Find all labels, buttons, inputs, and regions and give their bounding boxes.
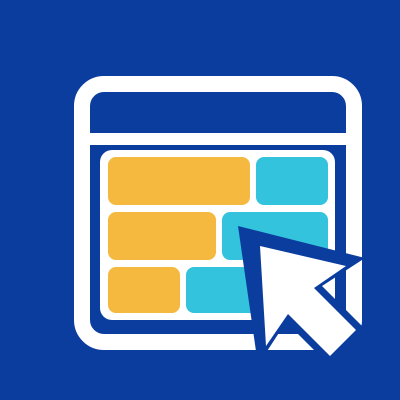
table-cell-cyan: [256, 157, 328, 205]
window-dot-icon: [312, 99, 332, 119]
address-bar-icon: [102, 102, 247, 120]
table-cell-yellow: [108, 157, 250, 205]
table-cell-yellow: [108, 212, 216, 260]
app-icon-canvas: [0, 0, 400, 400]
window-dot-icon: [275, 99, 295, 119]
header-divider: [90, 133, 346, 145]
table-cell-yellow: [108, 267, 180, 313]
web-table-selection-icon: [0, 0, 400, 400]
